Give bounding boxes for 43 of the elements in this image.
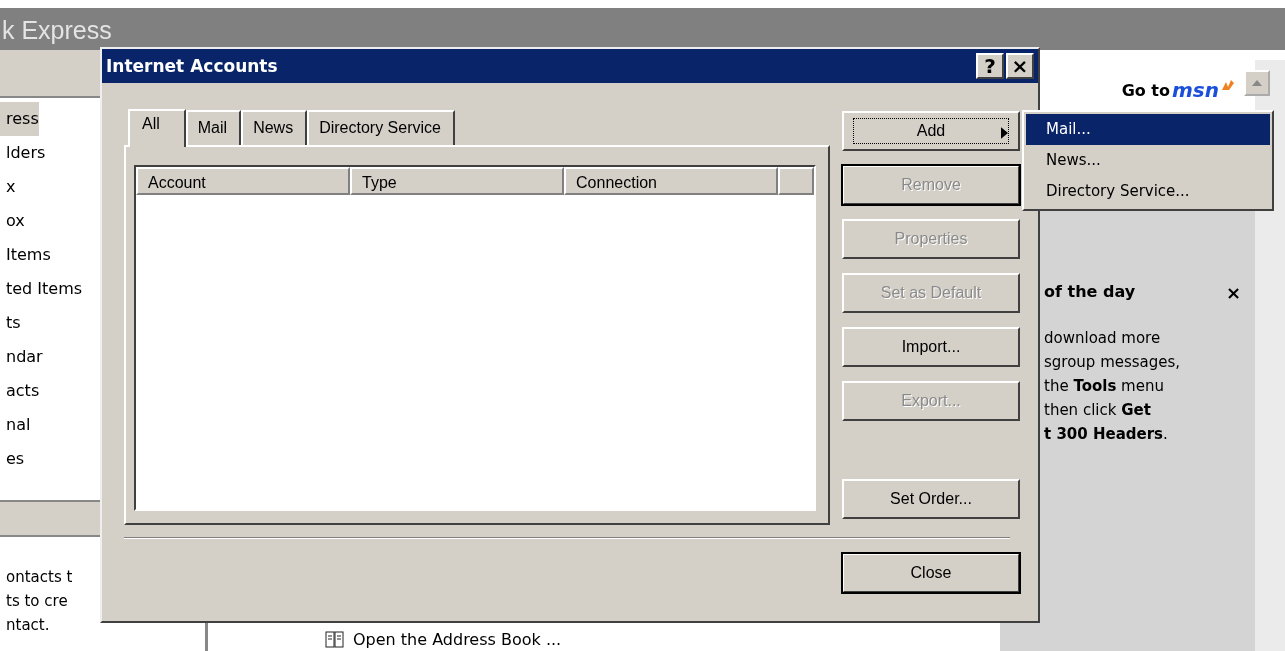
dialog-button[interactable]: Import... — [842, 327, 1020, 367]
tip-text: download more — [1044, 328, 1161, 349]
tip-text: the Tools menu — [1044, 376, 1164, 397]
column-header[interactable]: Account — [136, 167, 351, 195]
menu-item[interactable]: Directory Service... — [1026, 176, 1270, 207]
folder-item[interactable]: es — [0, 442, 25, 476]
folder-item[interactable]: ox — [0, 204, 25, 238]
tip-text: then click Get — [1044, 400, 1151, 421]
dialog-title: Internet Accounts — [106, 56, 278, 76]
close-button[interactable]: × — [1006, 53, 1034, 79]
dialog-button[interactable]: Set Order... — [842, 479, 1020, 519]
folder-item[interactable]: nal — [0, 408, 31, 442]
folder-item[interactable]: lders — [0, 136, 46, 170]
folder-item[interactable]: ndar — [0, 340, 43, 374]
scroll-up-button[interactable] — [1244, 70, 1270, 96]
folder-item[interactable]: ts — [0, 306, 21, 340]
tab[interactable]: All — [128, 109, 186, 147]
folder-item[interactable]: Items — [0, 238, 51, 272]
menu-item[interactable]: News... — [1026, 145, 1270, 176]
contacts-text: ntact. — [6, 615, 50, 636]
tip-text: t 300 Headers. — [1044, 424, 1168, 445]
msn-link[interactable]: Go tomsn — [1121, 78, 1235, 102]
menu-item[interactable]: Mail... — [1026, 114, 1270, 145]
close-button[interactable]: Close — [842, 553, 1020, 593]
dialog-button[interactable]: Add — [842, 111, 1020, 151]
help-button[interactable]: ? — [976, 53, 1004, 79]
contacts-text: ontacts t — [6, 567, 73, 588]
folder-item[interactable]: x — [0, 170, 16, 204]
tip-title: of the day — [1044, 282, 1136, 303]
close-icon[interactable]: × — [1225, 282, 1241, 303]
tab[interactable]: Directory Service — [307, 110, 455, 145]
folder-item[interactable]: acts — [0, 374, 40, 408]
tab[interactable]: News — [241, 110, 308, 145]
folder-item[interactable]: ress — [0, 102, 39, 136]
folder-item[interactable]: ted Items — [0, 272, 83, 306]
tab[interactable]: Mail — [185, 110, 242, 145]
up-arrow-icon — [1252, 80, 1262, 86]
tip-text: sgroup messages, — [1044, 352, 1181, 373]
contacts-text: ts to cre — [6, 591, 68, 612]
column-header[interactable]: Connection — [564, 167, 779, 195]
address-book-link[interactable]: Open the Address Book ... — [353, 630, 562, 649]
column-header[interactable]: Type — [350, 167, 565, 195]
window-title: k Express — [2, 16, 112, 45]
